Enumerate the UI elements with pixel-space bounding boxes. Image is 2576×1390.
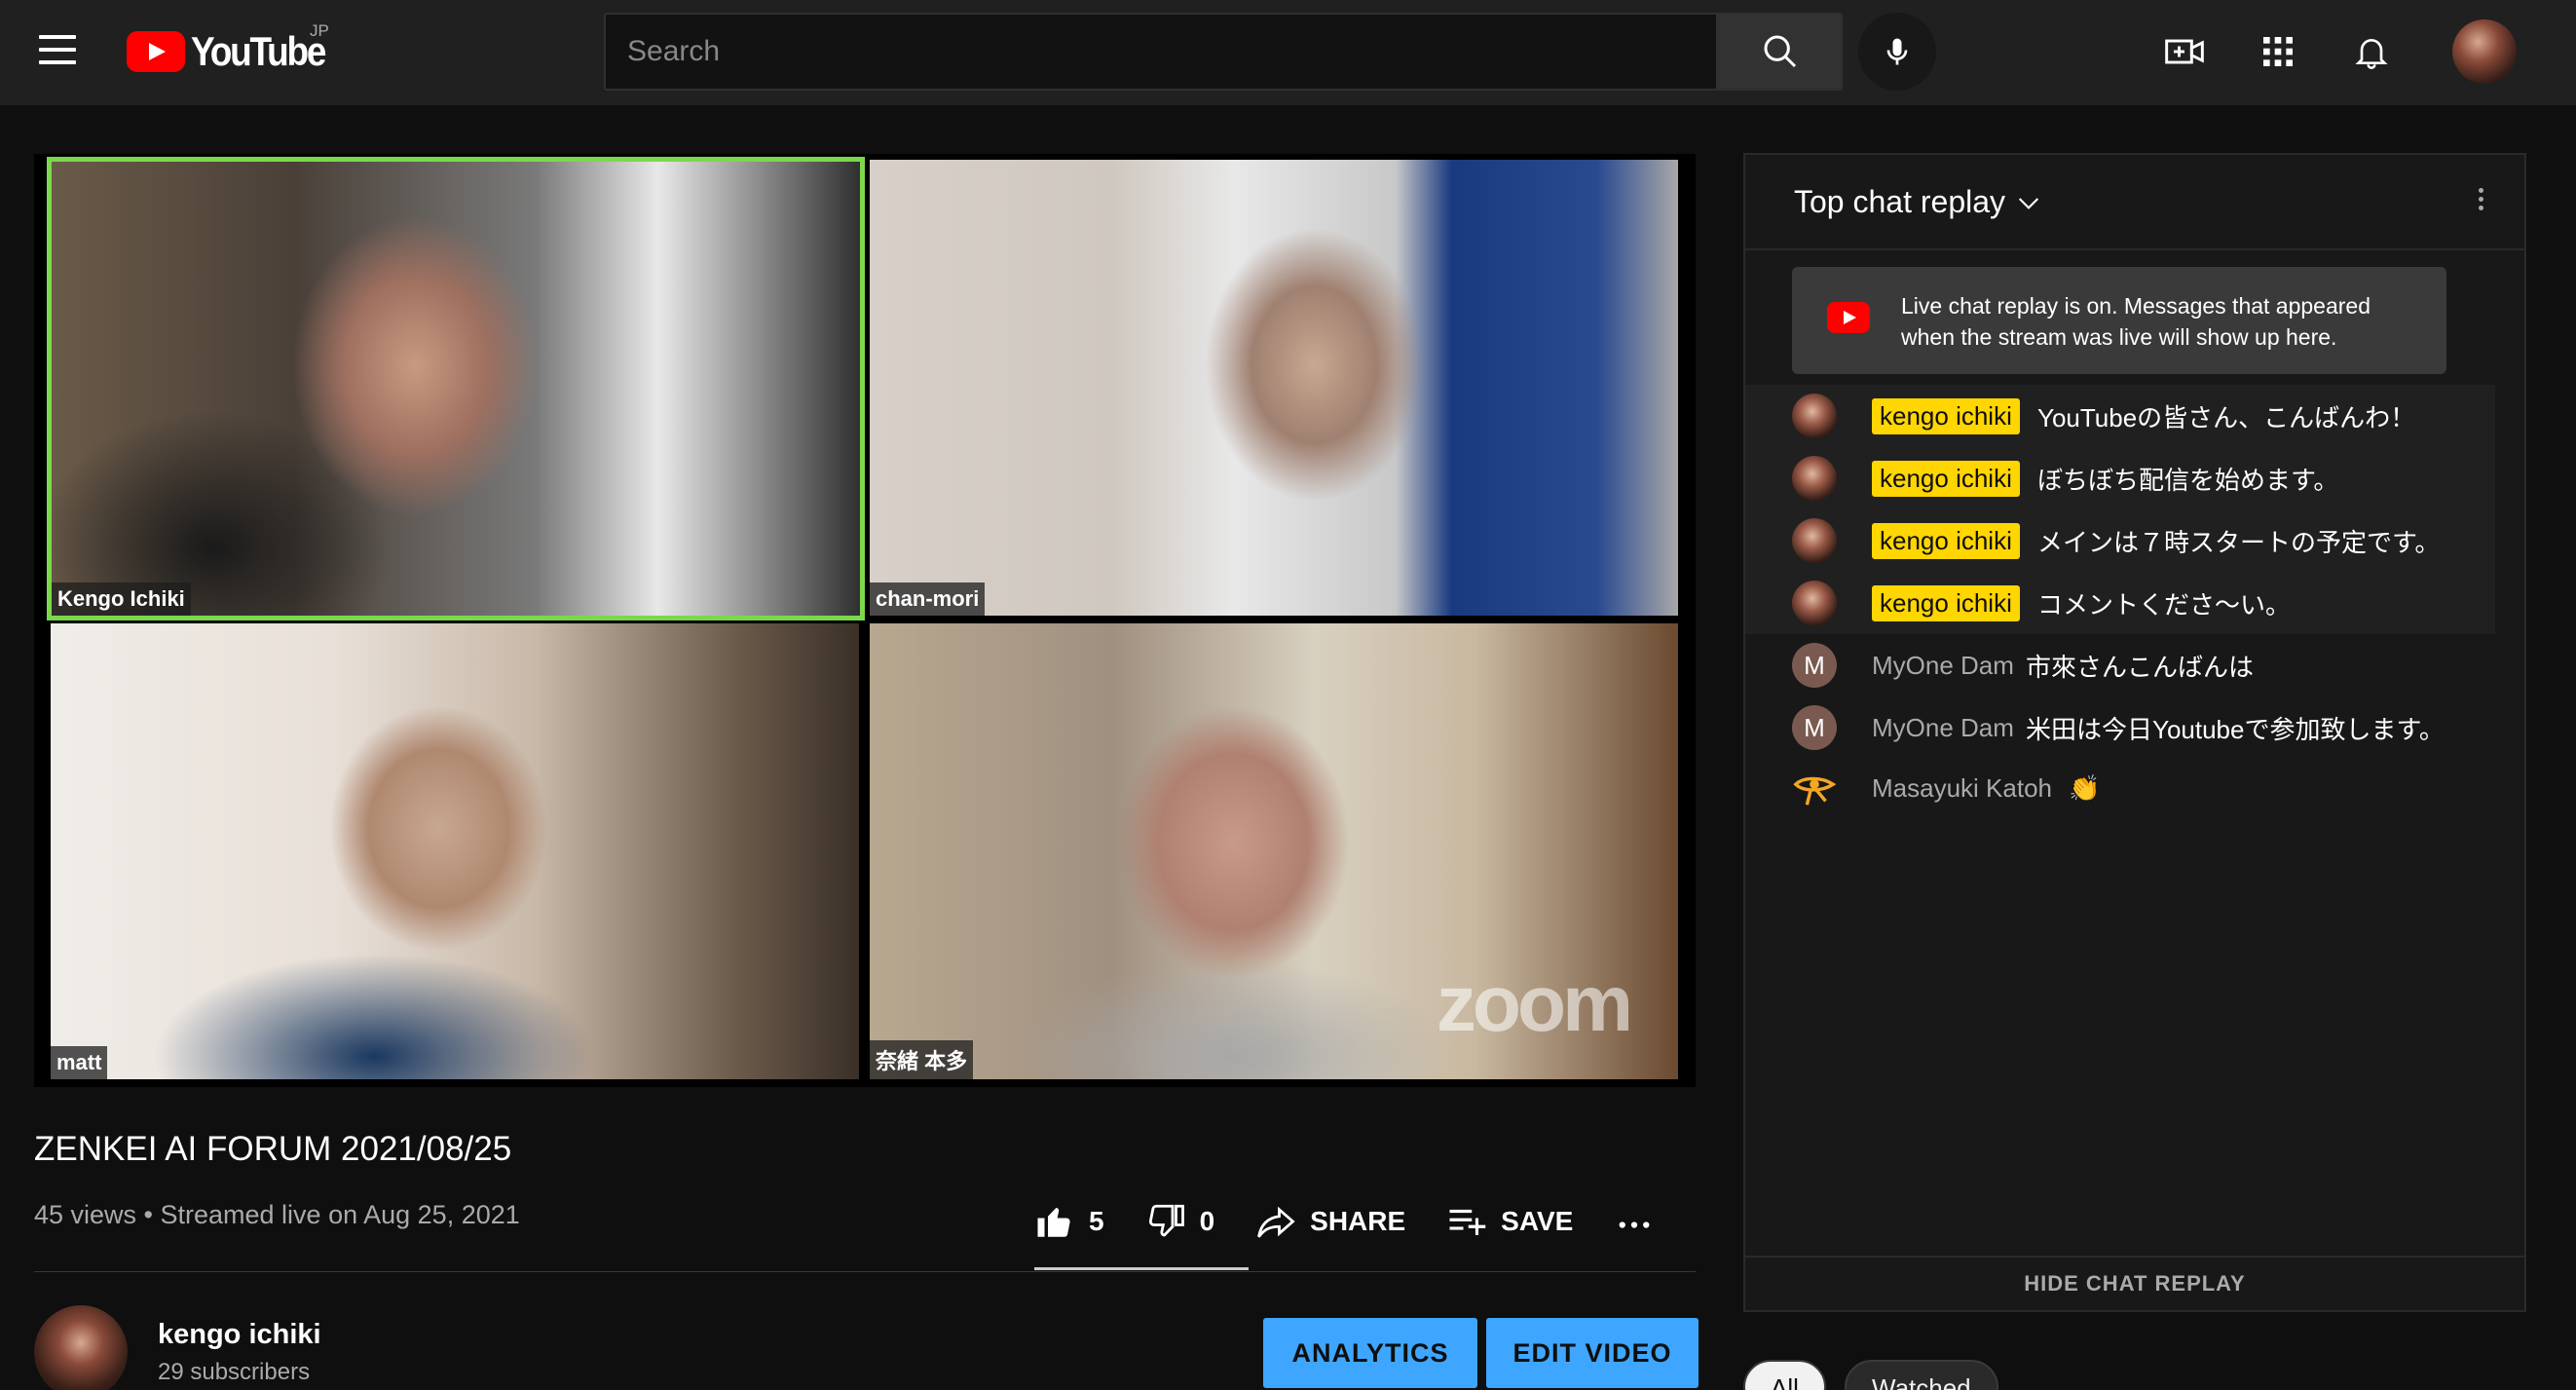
youtube-logo[interactable]: YouTube JP bbox=[127, 21, 343, 74]
save-label: SAVE bbox=[1501, 1206, 1574, 1236]
more-horiz-icon bbox=[1619, 1221, 1650, 1228]
more-vert-icon[interactable] bbox=[2466, 184, 2495, 223]
share-label: SHARE bbox=[1310, 1206, 1406, 1236]
chat-message[interactable]: M MyOne Dam 米田は今日Youtubeで参加致します。 bbox=[1745, 696, 2495, 759]
youtube-play-icon bbox=[127, 31, 185, 72]
top-bar: YouTube JP bbox=[0, 0, 2576, 105]
clapping-emoji: 👏 bbox=[2069, 772, 2101, 803]
chat-replay-notice: Live chat replay is on. Messages that ap… bbox=[1792, 267, 2446, 374]
chat-message[interactable]: Masayuki Katoh 👏 bbox=[1745, 757, 2495, 819]
like-ratio-bar bbox=[1034, 1267, 1249, 1270]
save-playlist-icon bbox=[1449, 1209, 1486, 1235]
chat-message[interactable]: kengo ichiki コメントくださ〜い。 bbox=[1745, 572, 2495, 634]
more-actions-button[interactable] bbox=[1614, 1201, 1668, 1242]
create-video-icon bbox=[2165, 39, 2204, 64]
logo-text: YouTube bbox=[191, 28, 326, 74]
owner-author-badge: kengo ichiki bbox=[1872, 397, 2020, 434]
participant-name: matt bbox=[51, 1046, 108, 1079]
search-button[interactable] bbox=[1718, 13, 1843, 91]
menu-icon[interactable] bbox=[39, 35, 76, 64]
message-text: YouTubeの皆さん、こんばんわ！ bbox=[2037, 402, 2416, 432]
participant-name: chan-mori bbox=[870, 582, 986, 616]
chat-header: Top chat replay bbox=[1745, 155, 2524, 250]
share-button[interactable]: SHARE bbox=[1255, 1201, 1405, 1242]
participant-name: 奈緒 本多 bbox=[870, 1040, 974, 1079]
author-avatar bbox=[1792, 581, 1837, 625]
owner-author-badge: kengo ichiki bbox=[1872, 584, 2020, 621]
create-button[interactable] bbox=[2160, 27, 2209, 76]
like-button[interactable]: 5 bbox=[1034, 1201, 1104, 1242]
zoom-watermark: zoom bbox=[1436, 959, 1633, 1048]
chat-scrollbar[interactable] bbox=[2495, 252, 2522, 1256]
search-box bbox=[604, 13, 1718, 91]
chat-mode-selector[interactable]: Top chat replay bbox=[1794, 184, 2044, 220]
message-text: メインは７時スタートの予定です。 bbox=[2037, 527, 2441, 557]
video-player[interactable]: Kengo Ichiki chan-mori matt zoom 奈緒 本多 bbox=[34, 154, 1696, 1087]
youtube-icon bbox=[1827, 302, 1870, 333]
channel-avatar[interactable] bbox=[34, 1305, 128, 1390]
voice-search-button[interactable] bbox=[1858, 13, 1936, 91]
message-text: 市來さんこんばんは bbox=[2026, 652, 2255, 682]
chip-watched[interactable]: Watched bbox=[1845, 1360, 1998, 1390]
message-author: MyOne Dam bbox=[1872, 650, 2014, 680]
divider bbox=[34, 1271, 1696, 1272]
message-text: コメントくださ〜い。 bbox=[2037, 589, 2292, 620]
participant-tile: chan-mori bbox=[870, 160, 1678, 616]
search-icon bbox=[1764, 35, 1797, 68]
notice-text: Live chat replay is on. Messages that ap… bbox=[1901, 293, 2371, 350]
message-text: 米田は今日Youtubeで参加致します。 bbox=[2026, 714, 2445, 744]
author-avatar bbox=[1792, 766, 1837, 810]
participant-tile: zoom 奈緒 本多 bbox=[870, 623, 1678, 1079]
bell-icon bbox=[2355, 39, 2388, 69]
account-avatar[interactable] bbox=[2452, 19, 2517, 84]
author-avatar bbox=[1792, 456, 1837, 501]
participant-name: Kengo Ichiki bbox=[52, 582, 191, 616]
chat-message[interactable]: M MyOne Dam 市來さんこんばんは bbox=[1745, 634, 2495, 696]
notifications-button[interactable] bbox=[2347, 27, 2396, 76]
apps-button[interactable] bbox=[2254, 27, 2302, 76]
author-avatar bbox=[1792, 518, 1837, 563]
share-icon bbox=[1257, 1206, 1295, 1238]
edit-video-button[interactable]: EDIT VIDEO bbox=[1486, 1318, 1699, 1388]
apps-icon bbox=[2263, 37, 2293, 66]
video-title: ZENKEI AI FORUM 2021/08/25 bbox=[34, 1130, 512, 1168]
author-avatar: M bbox=[1792, 705, 1837, 750]
author-avatar: M bbox=[1792, 643, 1837, 688]
like-count: 5 bbox=[1089, 1206, 1104, 1236]
message-text: ぼちぼち配信を始めます。 bbox=[2037, 465, 2339, 495]
save-button[interactable]: SAVE bbox=[1446, 1201, 1573, 1242]
thumb-down-icon bbox=[1148, 1204, 1184, 1237]
analytics-button[interactable]: ANALYTICS bbox=[1263, 1318, 1477, 1388]
video-actions: 5 0 SHARE SAVE bbox=[1034, 1186, 1709, 1257]
live-chat-panel: Top chat replay Live chat replay is on. … bbox=[1743, 153, 2526, 1312]
owner-author-badge: kengo ichiki bbox=[1872, 460, 2020, 497]
subscriber-count: 29 subscribers bbox=[158, 1359, 311, 1385]
author-avatar bbox=[1792, 394, 1837, 438]
eye-of-horus-icon bbox=[1793, 776, 1837, 806]
chat-message[interactable]: kengo ichiki ぼちぼち配信を始めます。 bbox=[1745, 447, 2495, 509]
thumb-up-icon bbox=[1037, 1208, 1070, 1237]
participant-tile: Kengo Ichiki bbox=[47, 157, 865, 620]
message-author: Masayuki Katoh bbox=[1872, 772, 2052, 803]
hide-chat-replay-button[interactable]: HIDE CHAT REPLAY bbox=[1745, 1256, 2524, 1310]
chevron-down-icon bbox=[2018, 197, 2039, 209]
chip-all[interactable]: All bbox=[1743, 1360, 1826, 1390]
owner-author-badge: kengo ichiki bbox=[1872, 522, 2020, 559]
video-meta: 45 views • Streamed live on Aug 25, 2021 bbox=[34, 1200, 520, 1229]
chat-message[interactable]: kengo ichiki メインは７時スタートの予定です。 bbox=[1745, 509, 2495, 572]
chat-title: Top chat replay bbox=[1794, 184, 2006, 219]
dislike-count: 0 bbox=[1199, 1206, 1215, 1236]
participant-tile: matt bbox=[51, 623, 859, 1079]
dislike-button[interactable]: 0 bbox=[1145, 1201, 1215, 1242]
message-author: MyOne Dam bbox=[1872, 712, 2014, 742]
mic-icon bbox=[1886, 38, 1908, 65]
chat-message[interactable]: kengo ichiki YouTubeの皆さん、こんばんわ！ bbox=[1745, 385, 2495, 447]
search-input[interactable] bbox=[606, 15, 1716, 89]
channel-name[interactable]: kengo ichiki bbox=[158, 1319, 321, 1351]
logo-region: JP bbox=[310, 21, 329, 40]
